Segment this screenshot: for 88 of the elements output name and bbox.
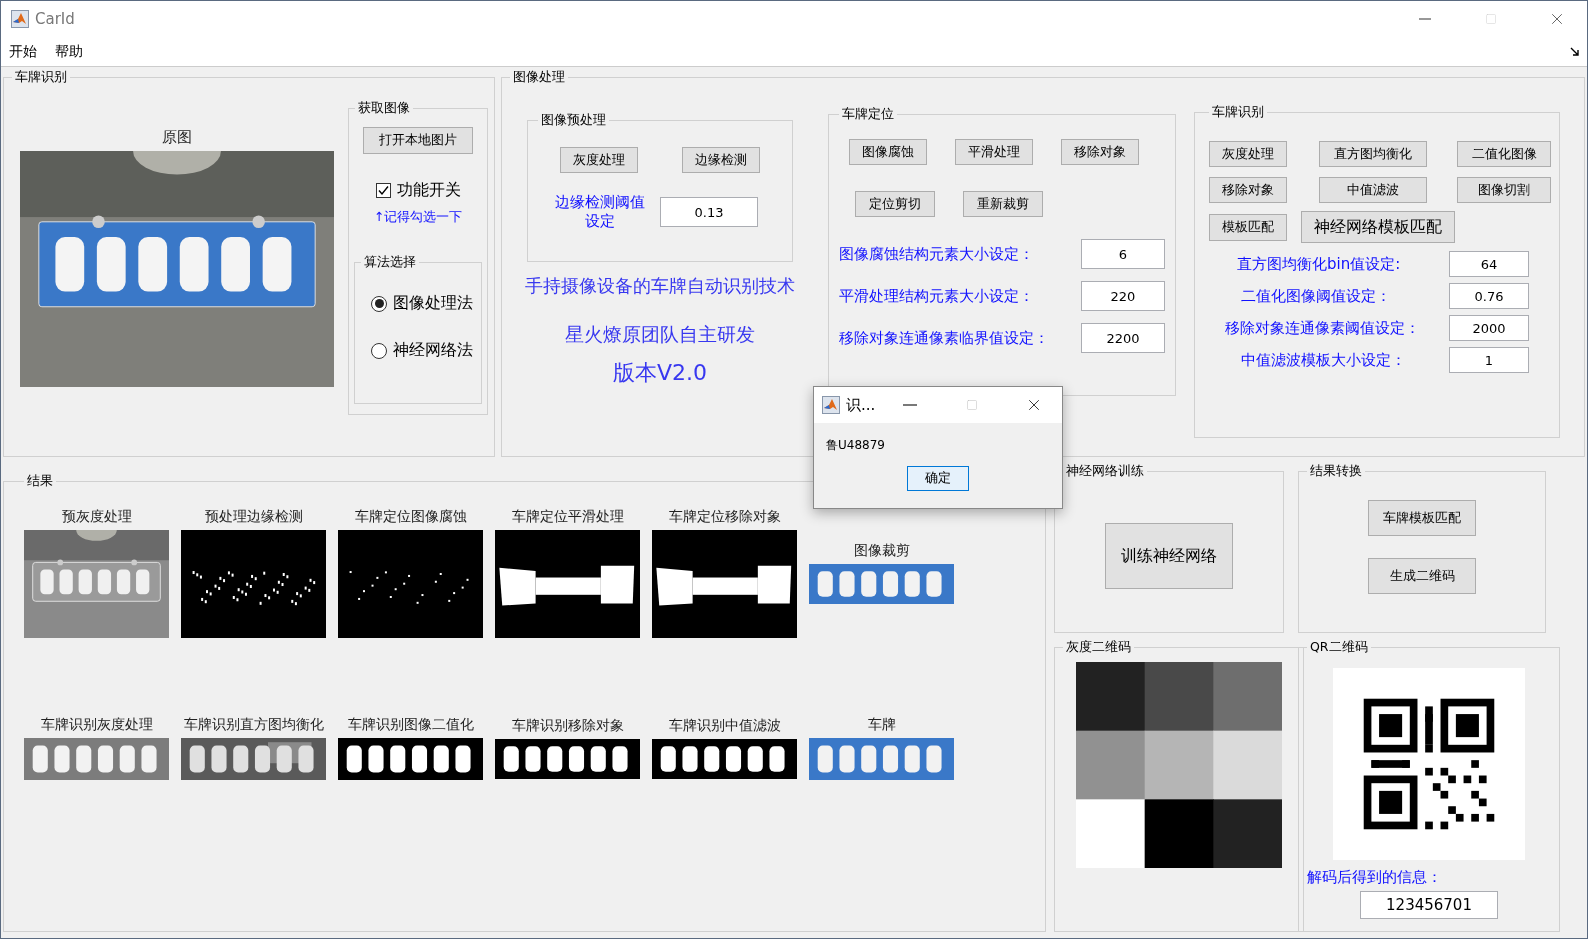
panel-title: 结果 xyxy=(26,473,54,490)
image-caption: 车牌识别图像二值化 xyxy=(347,716,474,734)
tool-button[interactable]: 移除对象 xyxy=(1061,139,1139,165)
radio-button[interactable] xyxy=(371,295,387,312)
panel-title: 获取图像 xyxy=(357,100,411,117)
setting-label: 边缘检测阈值设定 xyxy=(554,193,646,231)
input-field[interactable]: 2200 xyxy=(1081,323,1165,353)
input-field[interactable]: 1 xyxy=(1449,347,1529,373)
image-caption: 车牌识别直方图均衡化 xyxy=(183,716,324,734)
matlab-logo-icon xyxy=(822,396,840,414)
image-caption: 车牌识别移除对象 xyxy=(511,717,624,735)
tool-button[interactable]: 车牌模板匹配 xyxy=(1368,500,1476,536)
image-caption: 车牌识别中值滤波 xyxy=(668,717,781,735)
tool-button[interactable]: 定位剪切 xyxy=(855,191,935,217)
radio-label: 神经网络法 xyxy=(393,340,473,361)
minimize-icon xyxy=(903,404,917,406)
setting-label: 中值滤波模板大小设定： xyxy=(1241,350,1406,370)
checkbox-box[interactable] xyxy=(375,183,391,198)
setting-label: 移除对象连通像素临界值设定： xyxy=(839,328,1049,348)
radio-button[interactable] xyxy=(371,342,387,359)
panel-title: 车牌识别 xyxy=(14,69,68,86)
tool-button[interactable]: 图像腐蚀 xyxy=(849,139,927,165)
open-image-button[interactable]: 打开本地图片 xyxy=(363,127,473,154)
info-text: 版本V2.0 xyxy=(612,359,707,387)
tool-button[interactable]: 边缘检测 xyxy=(682,147,760,173)
image-caption: 车牌定位图像腐蚀 xyxy=(354,508,467,526)
panel-title: 灰度二维码 xyxy=(1065,639,1132,656)
input-field[interactable]: 0.13 xyxy=(660,197,758,227)
tool-button[interactable]: 平滑处理 xyxy=(955,139,1033,165)
setting-label: 二值化图像阈值设定： xyxy=(1241,286,1391,306)
checkbox-label: 功能开关 xyxy=(396,180,461,201)
setting-label: 平滑处理结构元素大小设定： xyxy=(839,286,1034,306)
tool-button[interactable]: 生成二维码 xyxy=(1368,558,1476,594)
menu-item[interactable]: 帮助 xyxy=(55,42,83,61)
image-caption: 车牌定位移除对象 xyxy=(668,508,781,526)
panel-title: 图像预处理 xyxy=(540,112,607,129)
tool-button[interactable]: 重新裁剪 xyxy=(963,191,1043,217)
info-text: 手持摄像设备的车牌自动识别技术 xyxy=(525,274,795,298)
image-caption: 预灰度处理 xyxy=(61,508,132,526)
tool-button[interactable]: 灰度处理 xyxy=(560,147,638,173)
tool-button[interactable]: 灰度处理 xyxy=(1209,141,1287,167)
setting-label: 移除对象连通像素阈值设定： xyxy=(1225,318,1420,338)
image-caption: 车牌识别灰度处理 xyxy=(40,716,153,734)
arrow-icon[interactable] xyxy=(1570,47,1579,56)
tool-button[interactable]: 模板匹配 xyxy=(1209,213,1287,241)
radio-label: 图像处理法 xyxy=(393,293,473,314)
matlab-logo-icon xyxy=(11,10,29,28)
tool-button[interactable]: 中值滤波 xyxy=(1319,177,1427,203)
minimize-icon xyxy=(1419,18,1431,20)
ok-button[interactable]: 确定 xyxy=(907,466,969,491)
info-text: 星火燎原团队自主研发 xyxy=(565,322,755,347)
input-field[interactable]: 0.76 xyxy=(1449,283,1529,309)
image-caption: 预处理边缘检测 xyxy=(204,508,303,526)
input-field[interactable]: 6 xyxy=(1081,239,1165,269)
setting-label: 直方图均衡化bin值设定: xyxy=(1237,254,1401,274)
hint-text: ↑记得勾选一下 xyxy=(373,209,463,226)
tool-button[interactable]: 二值化图像 xyxy=(1457,141,1551,167)
panel-title: 神经网络训练 xyxy=(1065,463,1145,480)
panel-title: 结果转换 xyxy=(1309,463,1363,480)
input-field[interactable]: 64 xyxy=(1449,251,1529,277)
image-caption: 图像裁剪 xyxy=(853,542,910,560)
radio-option[interactable]: 神经网络法 xyxy=(371,340,475,361)
panel-title: 图像处理 xyxy=(512,69,566,86)
radio-option[interactable]: 图像处理法 xyxy=(371,293,475,314)
panel-title: 车牌识别 xyxy=(1211,104,1265,121)
setting-label: 图像腐蚀结构元素大小设定： xyxy=(839,244,1034,264)
panel-title: 车牌定位 xyxy=(841,106,895,123)
tool-button[interactable]: 图像切割 xyxy=(1457,177,1551,203)
maximize-icon xyxy=(966,399,978,411)
tool-button[interactable]: 直方图均衡化 xyxy=(1319,141,1427,167)
maximize-icon xyxy=(1485,13,1497,25)
dialog-message: 鲁U48879 xyxy=(826,437,886,454)
panel-title: 算法选择 xyxy=(363,254,417,271)
dialog-title: 识... xyxy=(846,395,876,415)
image-caption: 车牌 xyxy=(867,716,896,734)
tool-button[interactable]: 神经网络模板匹配 xyxy=(1301,211,1455,243)
train-button[interactable]: 训练神经网络 xyxy=(1105,523,1233,589)
menu-item[interactable]: 开始 xyxy=(9,42,37,61)
decoded-field[interactable]: 123456701 xyxy=(1360,891,1498,919)
tool-button[interactable]: 移除对象 xyxy=(1209,177,1287,203)
checkbox[interactable]: 功能开关 xyxy=(375,180,461,201)
image-caption: 车牌定位平滑处理 xyxy=(511,508,624,526)
input-field[interactable]: 220 xyxy=(1081,281,1165,311)
decoded-label: 解码后得到的信息： xyxy=(1307,868,1442,887)
input-field[interactable]: 2000 xyxy=(1449,315,1529,341)
window-title: CarId xyxy=(35,10,76,28)
panel-title: QR二维码 xyxy=(1309,639,1369,656)
image-caption: 原图 xyxy=(162,128,192,147)
